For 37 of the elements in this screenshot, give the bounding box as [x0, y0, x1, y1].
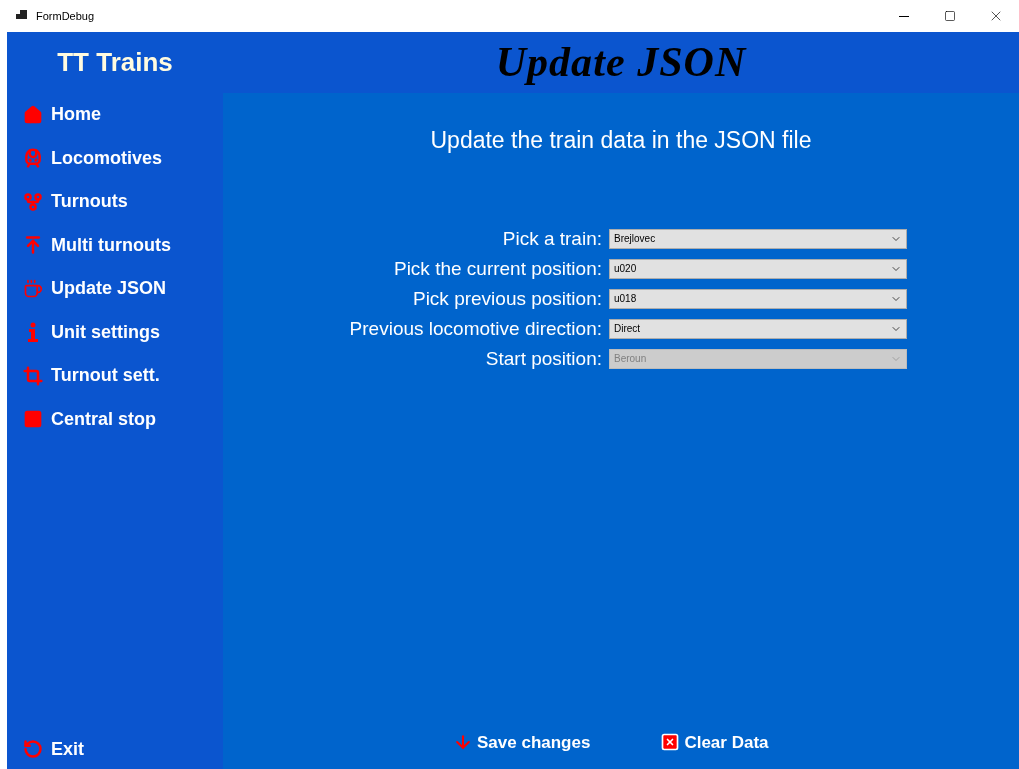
coffee-cup-icon — [23, 278, 43, 299]
dropdown-field[interactable]: Brejlovec — [609, 228, 907, 249]
nav-item[interactable]: Turnout sett. — [7, 354, 223, 398]
nav-item[interactable]: Unit settings — [7, 310, 223, 354]
train-icon — [23, 148, 43, 169]
nav-item[interactable]: Locomotives — [7, 136, 223, 180]
dropdown-field: Beroun — [609, 348, 907, 369]
nav-item[interactable]: Home — [7, 93, 223, 137]
action-button[interactable]: Save changes — [453, 729, 591, 755]
window-title: FormDebug — [36, 8, 95, 24]
dropdown-field[interactable]: u020 — [609, 258, 907, 279]
brand-title: TT Trains — [56, 46, 174, 79]
page-title: Update JSON — [495, 38, 747, 87]
minimize-icon — [899, 15, 909, 17]
field-label: Pick a train: — [501, 228, 602, 249]
field-label: Previous locomotive direction: — [348, 318, 602, 339]
field-label: Start position: — [484, 348, 602, 369]
dropdown-field[interactable]: Direct — [609, 318, 907, 339]
dropdown-field[interactable]: u018 — [609, 288, 907, 309]
arrow-up-line-icon — [23, 235, 43, 256]
field-label: Pick previous position: — [411, 288, 602, 309]
house-icon — [23, 104, 43, 125]
fork-icon — [23, 191, 43, 212]
exit-button[interactable]: Exit — [7, 733, 223, 765]
nav-item[interactable]: Update JSON — [7, 267, 223, 311]
stop-icon — [23, 409, 43, 430]
nav-item[interactable]: Central stop — [7, 397, 223, 441]
crop-icon — [23, 365, 43, 386]
maximize-icon — [944, 10, 956, 22]
action-button[interactable]: Clear Data — [660, 729, 769, 755]
content-heading: Update the train data in the JSON file — [429, 126, 813, 155]
undo-arrow-icon — [23, 739, 43, 759]
app-icon — [16, 10, 28, 22]
clear-icon — [660, 732, 681, 753]
field-label: Pick the current position: — [392, 258, 602, 279]
nav-item[interactable]: Multi turnouts — [7, 223, 223, 267]
nav-item[interactable]: Turnouts — [7, 180, 223, 224]
